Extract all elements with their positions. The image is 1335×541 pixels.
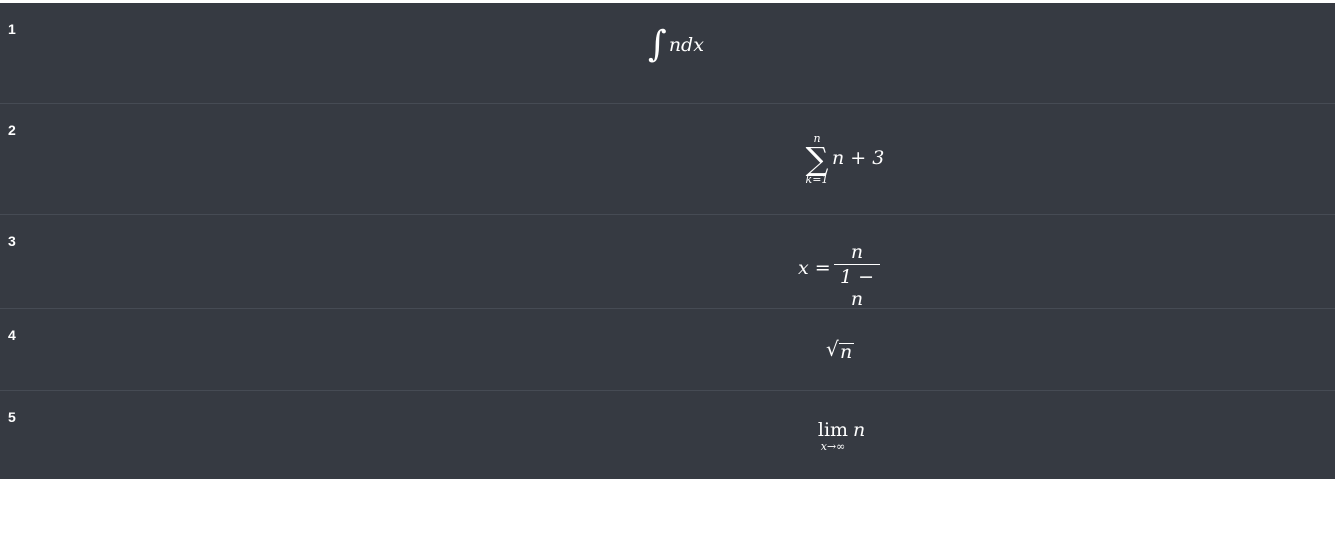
list-item[interactable]: 3 x = n 1 − n (0, 215, 1335, 310)
limit-subscript: x→∞ (820, 440, 846, 453)
limit-operator: lim x→∞ (815, 419, 851, 452)
list-item[interactable]: 5 lim x→∞ n (0, 391, 1335, 479)
fraction-bar (834, 264, 880, 265)
row-number: 4 (8, 327, 16, 343)
list-item[interactable]: 4 √ n (0, 309, 1335, 391)
fraction-denominator: 1 − n (839, 266, 875, 310)
integral-expression: ndx (668, 34, 704, 56)
list-item[interactable]: 1 ∫ ndx (0, 3, 1335, 104)
row-number: 3 (8, 233, 16, 249)
fraction: n 1 − n (834, 241, 880, 310)
sqrt-argument: n (840, 341, 853, 363)
integral-formula: ∫ ndx (0, 27, 1335, 63)
fraction-formula: x = n 1 − n (796, 241, 906, 310)
sum-operator: n ∑ k=1 (800, 133, 834, 186)
row-number: 5 (8, 409, 16, 425)
sum-expression: n + 3 (832, 147, 885, 169)
formula-list: 1 ∫ndx 2 n ∑ k=1 n + 3 3 x = n 1 − n 4 (0, 3, 1335, 479)
list-item[interactable]: 2 n ∑ k=1 n + 3 (0, 104, 1335, 215)
limit-formula: lim x→∞ n (815, 419, 885, 455)
sqrt-formula: √ n (826, 335, 866, 363)
integral-sign: ∫ (648, 24, 667, 65)
equation-lhs: x = (798, 257, 831, 279)
sum-formula: n ∑ k=1 n + 3 (800, 133, 890, 193)
limit-word: lim (817, 419, 849, 441)
sum-lower-limit: k=1 (805, 173, 829, 186)
row-number: 2 (8, 122, 16, 138)
limit-argument: n (853, 419, 866, 441)
fraction-numerator: n (850, 241, 864, 263)
sum-sign: ∑ (805, 140, 829, 178)
sqrt-sign: √ (826, 337, 839, 361)
